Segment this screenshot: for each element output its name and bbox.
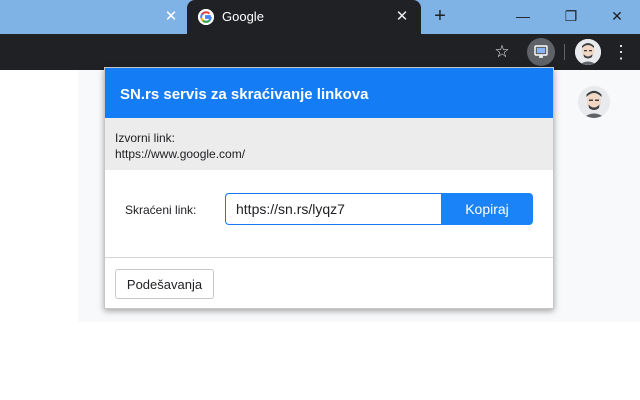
new-tab-icon[interactable]: + <box>430 6 450 26</box>
browser-menu-icon[interactable]: ⋮ <box>612 42 630 62</box>
restore-icon[interactable]: ❐ <box>561 7 581 25</box>
profile-avatar-icon[interactable] <box>575 39 601 65</box>
source-link-label: Izvorni link: <box>115 131 176 145</box>
extension-monitor-icon[interactable] <box>527 38 555 66</box>
toolbar-divider <box>564 44 565 60</box>
shortener-popup: SN.rs servis za skraćivanje linkova Izvo… <box>104 67 554 309</box>
source-link-box: Izvorni link: https://www.google.com/ <box>105 118 553 170</box>
tab-title: Google <box>222 9 264 24</box>
google-favicon-icon <box>198 9 214 25</box>
window-close-icon[interactable]: ✕ <box>607 7 627 25</box>
popup-header: SN.rs servis za skraćivanje linkova <box>105 68 553 118</box>
browser-toolbar: ☆ ⋮ <box>0 34 640 70</box>
short-link-label: Skraćeni link: <box>125 203 197 217</box>
bookmark-star-icon[interactable]: ☆ <box>492 42 512 62</box>
tab-google[interactable]: Google ✕ <box>187 0 421 34</box>
previous-tab-close-icon[interactable]: ✕ <box>163 8 179 26</box>
tab-strip: ✕ Google ✕ + — ❐ ✕ <box>0 0 640 34</box>
tab-close-icon[interactable]: ✕ <box>394 8 410 26</box>
copy-button[interactable]: Kopiraj <box>441 193 533 225</box>
popup-title: SN.rs servis za skraćivanje linkova <box>120 86 369 103</box>
google-account-avatar-icon[interactable] <box>578 86 610 118</box>
minimize-icon[interactable]: — <box>513 7 533 25</box>
source-link-url: https://www.google.com/ <box>115 147 246 161</box>
settings-button[interactable]: Podešavanja <box>115 269 214 299</box>
short-link-input[interactable] <box>225 193 441 225</box>
popup-divider <box>105 257 553 258</box>
